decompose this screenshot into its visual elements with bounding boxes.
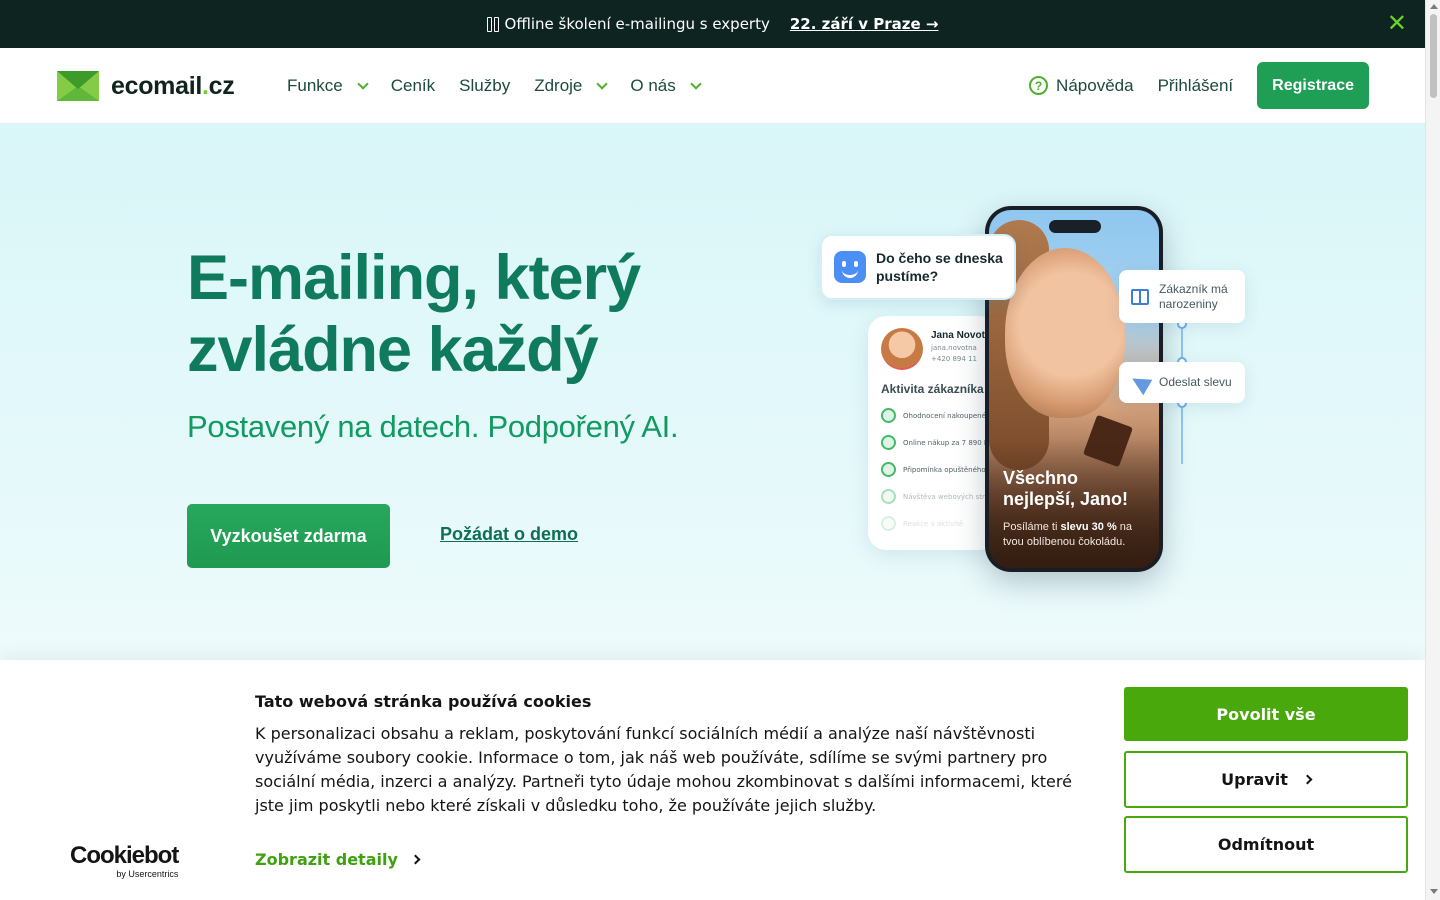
envelope-logo-icon xyxy=(57,71,99,101)
cursor-icon xyxy=(881,489,896,504)
chevron-down-icon xyxy=(596,77,609,90)
activity-item: Reakce v aktivitě xyxy=(881,516,998,531)
customer-profile-card: Jana Novot jana.novotna +420 894 11 Akti… xyxy=(868,316,998,550)
announcement-link[interactable]: 22. září v Praze → xyxy=(790,15,939,33)
request-demo-link[interactable]: Požádat o demo xyxy=(440,524,578,545)
scroll-thumb[interactable] xyxy=(1430,14,1437,98)
nav-item-zdroje[interactable]: Zdroje xyxy=(534,76,609,96)
scroll-down-icon[interactable] xyxy=(1430,889,1438,894)
activity-item: Návštěva webových str xyxy=(881,489,998,504)
profile-email: jana.novotna xyxy=(931,344,977,352)
logo-wordmark: ecomail.cz xyxy=(111,71,235,100)
chevron-down-icon xyxy=(357,77,369,90)
activity-heading: Aktivita zákazníka xyxy=(881,382,984,396)
bell-icon xyxy=(881,462,896,477)
chevron-down-icon xyxy=(690,77,702,90)
deny-button[interactable]: Odmítnout xyxy=(1124,816,1408,873)
ai-chat-bubble: Do čeho se dneska pustíme? xyxy=(820,234,1016,300)
hero-subtitle: Postavený na datech. Podpořený AI. xyxy=(187,409,679,444)
page-scrollbar[interactable] xyxy=(1425,0,1440,900)
help-icon: ? xyxy=(1029,76,1049,95)
site-header: ecomail.cz Funkce Ceník Služby Zdroje O … xyxy=(0,48,1425,124)
phone-headline: Všechno nejlepší, Jano! xyxy=(1003,468,1129,509)
login-link[interactable]: Přihlášení xyxy=(1158,76,1234,96)
profile-phone: +420 894 11 xyxy=(931,355,977,363)
flow-action-card: Odeslat slevu xyxy=(1119,362,1245,403)
activity-item: Online nákup za 7 890 K xyxy=(881,435,998,450)
star-icon xyxy=(881,408,896,423)
main-nav: Funkce Ceník Služby Zdroje O nás xyxy=(287,48,702,124)
announcement-bar: Offline školení e-mailingu s experty 22.… xyxy=(0,0,1425,48)
profile-name: Jana Novot xyxy=(931,330,985,341)
phone-body: Posíláme ti slevu 30 % na tvou oblíbenou… xyxy=(1003,521,1133,548)
cookie-banner: Tato webová stránka používá cookies K pe… xyxy=(0,660,1425,900)
nav-item-o-nas[interactable]: O nás xyxy=(630,76,702,96)
register-button[interactable]: Registrace xyxy=(1257,62,1369,109)
chevron-right-icon xyxy=(1302,774,1313,785)
try-free-button[interactable]: Vyzkoušet zdarma xyxy=(187,504,390,568)
close-icon[interactable]: ✕ xyxy=(1387,11,1407,35)
hero-title: E-mailing, který zvládne každý xyxy=(187,243,641,385)
chat-text: Do čeho se dneska pustíme? xyxy=(876,250,1003,284)
chevron-right-icon xyxy=(410,854,421,865)
cookie-description: K personalizaci obsahu a reklam, poskyto… xyxy=(255,724,1072,815)
flow-trigger-label: Zákazník má narozeniny xyxy=(1159,281,1228,311)
logo[interactable]: ecomail.cz xyxy=(57,71,235,101)
nav-item-funkce[interactable]: Funkce xyxy=(287,76,369,96)
send-icon xyxy=(1127,370,1153,395)
customize-button[interactable]: Upravit xyxy=(1124,751,1408,808)
header-actions: ? Nápověda Přihlášení Registrace xyxy=(1029,62,1369,109)
avatar xyxy=(881,328,923,370)
nav-item-sluzby[interactable]: Služby xyxy=(459,76,510,96)
activity-item: Připomínka opuštěného xyxy=(881,462,998,477)
cookie-title: Tato webová stránka používá cookies xyxy=(255,692,592,711)
cart-icon xyxy=(881,435,896,450)
activity-icon xyxy=(881,516,896,531)
calendar-icon xyxy=(486,16,499,32)
scroll-up-icon[interactable] xyxy=(1430,4,1438,9)
show-details-link[interactable]: Zobrazit detaily xyxy=(255,850,421,869)
activity-item: Ohodnocení nakoupené xyxy=(881,408,998,423)
flow-trigger-card: Zákazník má narozeniny xyxy=(1119,270,1245,323)
nav-item-cenik[interactable]: Ceník xyxy=(391,76,435,96)
flow-action-label: Odeslat slevu xyxy=(1159,375,1232,389)
help-link[interactable]: ? Nápověda xyxy=(1029,76,1134,96)
allow-all-button[interactable]: Povolit vše xyxy=(1124,687,1408,741)
gift-icon xyxy=(1131,288,1149,305)
cookiebot-logo[interactable]: Cookiebot by Usercentrics xyxy=(70,844,179,880)
announcement-text: Offline školení e-mailingu s experty xyxy=(504,15,770,33)
woman-photo xyxy=(1005,248,1125,418)
phone-notch xyxy=(1049,220,1101,233)
ai-assistant-icon xyxy=(834,251,866,283)
help-label: Nápověda xyxy=(1056,75,1134,95)
